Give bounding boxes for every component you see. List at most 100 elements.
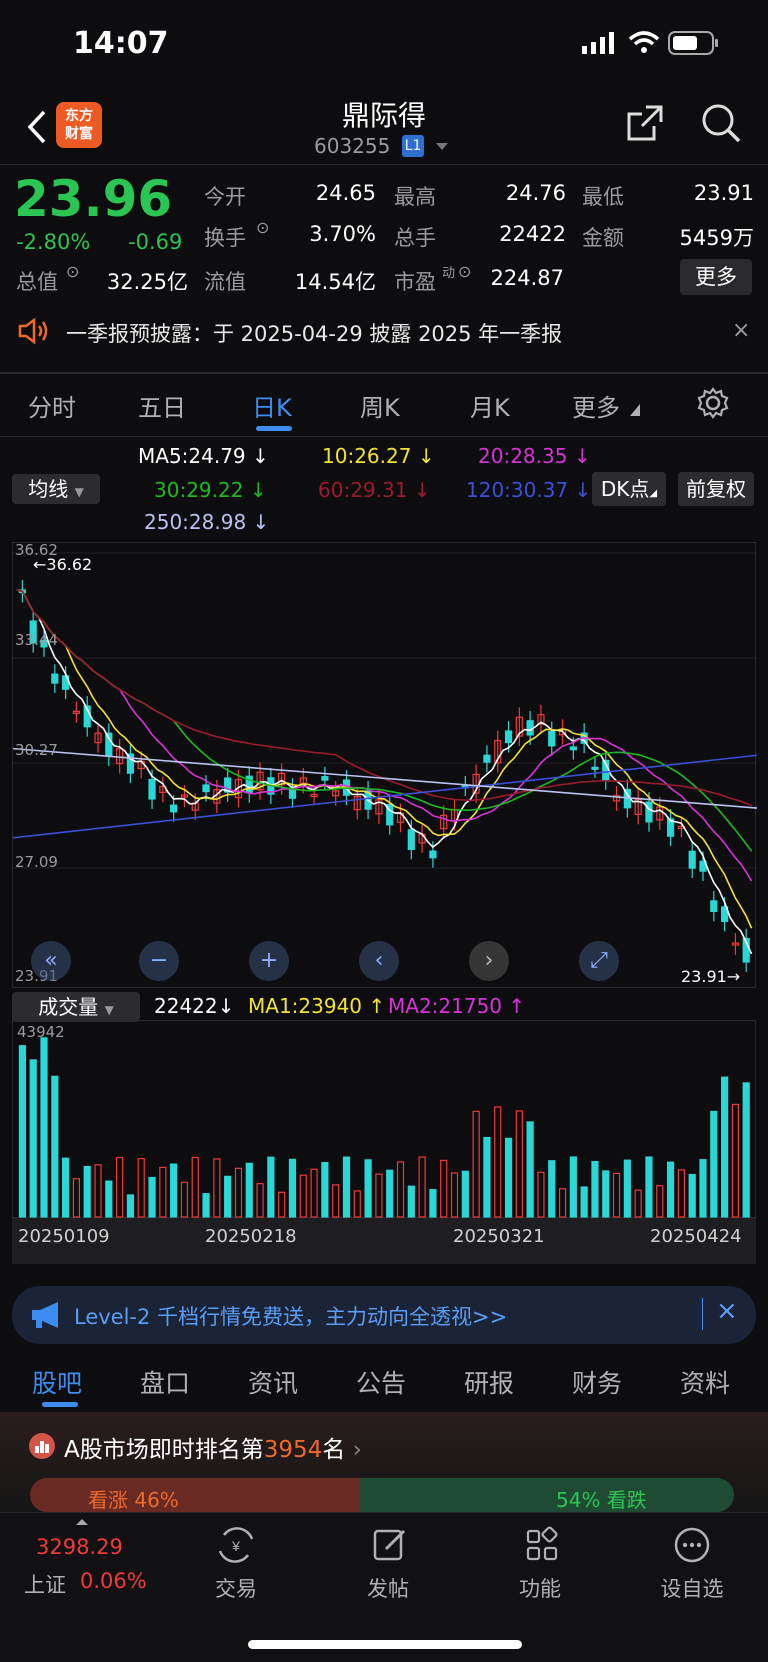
- volume-bar: [159, 1166, 167, 1218]
- candle-body: [504, 730, 513, 744]
- gear-icon[interactable]: [696, 386, 730, 420]
- ma-selector[interactable]: 均线 ▼: [12, 474, 100, 504]
- candle-body: [710, 900, 718, 913]
- volume-bar: [321, 1162, 329, 1218]
- info-icon[interactable]: ⊙: [66, 262, 79, 281]
- pe-sup: 动: [442, 266, 456, 281]
- nav-post[interactable]: 发帖: [333, 1573, 443, 1603]
- tab-weekly-k[interactable]: 周K: [360, 388, 400, 423]
- post-icon[interactable]: [370, 1525, 410, 1565]
- rewind-icon[interactable]: «: [31, 941, 71, 981]
- divider: [0, 436, 768, 437]
- more-dots-icon[interactable]: [672, 1525, 712, 1565]
- volume-bar: [742, 1082, 750, 1218]
- kline-chart[interactable]: 36.62 33.44 30.27 27.09 23.91 ←36.62 23.…: [12, 541, 758, 988]
- wifi-icon: [628, 31, 660, 53]
- stat-value-marketcap: 32.25亿: [106, 270, 188, 294]
- date-label: 20250109: [18, 1226, 110, 1247]
- info-icon[interactable]: ⊙: [256, 218, 269, 237]
- signal-icon: [582, 32, 614, 54]
- y-tick-label: 30.27: [15, 741, 58, 759]
- battery-icon: [668, 31, 718, 55]
- chevron-down-icon[interactable]: [436, 143, 448, 150]
- index-name[interactable]: 上证: [24, 1569, 66, 1599]
- chevron-right-icon[interactable]: ›: [469, 941, 509, 981]
- volume-bar: [472, 1110, 480, 1218]
- adjust-button[interactable]: 前复权: [678, 472, 754, 506]
- chevron-up-icon[interactable]: [76, 1519, 88, 1525]
- tab-profile[interactable]: 资料: [680, 1364, 730, 1400]
- low-marker: 23.91→: [681, 967, 741, 986]
- volume-bar: [537, 1171, 545, 1218]
- tab-announcements[interactable]: 公告: [356, 1364, 406, 1400]
- stat-label-marketcap: 总值: [16, 270, 58, 294]
- volume-bar: [267, 1156, 275, 1218]
- candle-body: [105, 732, 113, 757]
- status-bar: 14:07: [0, 0, 768, 88]
- volume-bar: [191, 1156, 199, 1218]
- volume-ma1: MA1:23940 ↑: [248, 994, 386, 1018]
- share-icon[interactable]: [624, 102, 666, 144]
- tab-forum[interactable]: 股吧: [32, 1364, 82, 1400]
- tab-more[interactable]: 更多: [572, 388, 620, 423]
- current-price: 23.96: [14, 170, 173, 228]
- tab-daily-k[interactable]: 日K: [252, 388, 292, 423]
- stat-label-volume: 总手: [394, 226, 436, 250]
- grid-icon[interactable]: [522, 1525, 562, 1565]
- level-badge[interactable]: L1: [402, 135, 424, 157]
- volume-chart[interactable]: 43942: [12, 1020, 756, 1218]
- info-icon[interactable]: ⊙: [458, 262, 471, 281]
- bearish-bar[interactable]: 54% 看跌: [360, 1478, 734, 1512]
- trade-icon[interactable]: ¥: [216, 1525, 256, 1565]
- volume-bar: [126, 1194, 135, 1218]
- volume-bar: [342, 1156, 351, 1218]
- rank-card[interactable]: A股市场即时排名第3954名 › 看涨 46% 54% 看跌: [0, 1412, 768, 1512]
- volume-bar: [72, 1178, 81, 1218]
- volume-bar: [440, 1159, 448, 1218]
- volume-bar: [148, 1176, 156, 1218]
- tab-news[interactable]: 资讯: [248, 1364, 298, 1400]
- volume-bar: [51, 1075, 59, 1218]
- divider: [702, 1298, 703, 1330]
- tab-order-book[interactable]: 盘口: [140, 1364, 190, 1400]
- index-value[interactable]: 3298.29: [36, 1535, 123, 1559]
- svg-text:¥: ¥: [231, 1538, 240, 1554]
- tab-monthly-k[interactable]: 月K: [470, 388, 510, 423]
- candle-body: [321, 776, 329, 781]
- search-icon[interactable]: [700, 102, 742, 144]
- tab-finance[interactable]: 财务: [572, 1364, 622, 1400]
- nav-trade[interactable]: 交易: [181, 1573, 291, 1603]
- expand-icon[interactable]: ⤢: [579, 941, 619, 981]
- change-percent: -2.80%: [16, 230, 91, 254]
- dk-point-button[interactable]: DK点◢: [592, 472, 666, 506]
- nav-add-watchlist[interactable]: 设自选: [637, 1573, 747, 1603]
- date-label: 20250218: [205, 1226, 297, 1247]
- tab-5day[interactable]: 五日: [138, 388, 186, 423]
- volume-bar: [375, 1173, 383, 1218]
- tab-minute[interactable]: 分时: [28, 388, 76, 423]
- volume-bar: [623, 1159, 631, 1218]
- bullish-bar[interactable]: 看涨 46%: [30, 1478, 360, 1512]
- chevron-left-icon[interactable]: ‹: [359, 941, 399, 981]
- volume-bar: [677, 1169, 685, 1218]
- zoom-out-icon[interactable]: −: [139, 941, 179, 981]
- candle-body: [170, 804, 178, 813]
- stock-code: 603255: [314, 134, 391, 158]
- close-icon[interactable]: ×: [732, 318, 750, 343]
- zoom-in-icon[interactable]: +: [249, 941, 289, 981]
- more-button[interactable]: 更多: [680, 259, 752, 295]
- volume-bar: [407, 1185, 415, 1218]
- close-icon[interactable]: ×: [716, 1296, 738, 1326]
- tab-research[interactable]: 研报: [464, 1364, 514, 1400]
- stat-value-high: 24.76: [505, 181, 566, 205]
- index-percent[interactable]: 0.06%: [80, 1569, 147, 1593]
- volume-bar: [105, 1180, 113, 1218]
- volume-bar: [548, 1160, 556, 1218]
- stat-value-volume: 22422: [499, 222, 566, 246]
- level2-banner[interactable]: Level-2 千档行情免费送，主力动向全透视>> ×: [12, 1286, 756, 1344]
- notice-bar[interactable]: 一季报预披露：于 2025-04-29 披露 2025 年一季报 ×: [0, 308, 768, 360]
- tab-underline: [42, 1402, 78, 1407]
- nav-functions[interactable]: 功能: [485, 1573, 595, 1603]
- volume-bar: [256, 1183, 264, 1218]
- volume-selector[interactable]: 成交量 ▼: [12, 992, 140, 1022]
